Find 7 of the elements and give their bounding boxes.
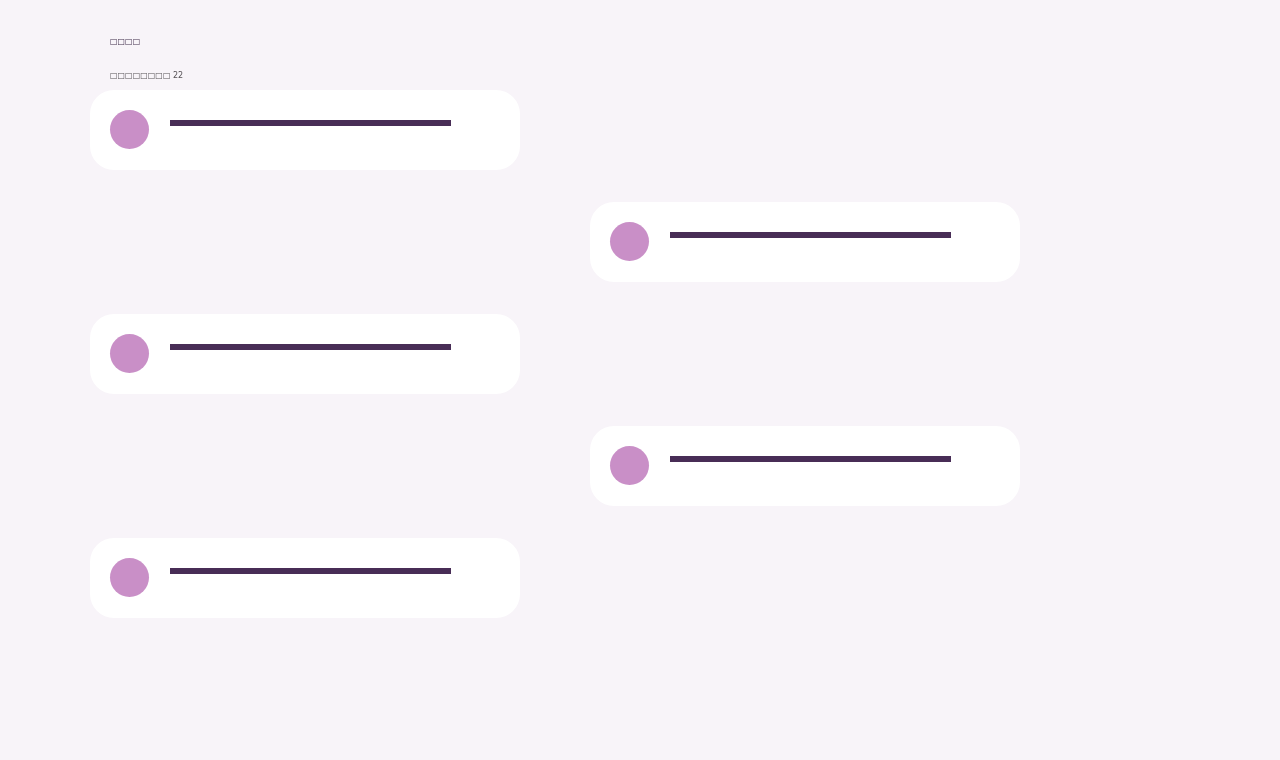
avatar [110,334,149,373]
avatar [610,222,649,261]
avatar [110,110,149,149]
page-subtitle: □□□□□□□□ 22 [110,70,184,82]
page-title: □□□□ [110,36,141,48]
avatar [610,446,649,485]
avatar [110,558,149,597]
